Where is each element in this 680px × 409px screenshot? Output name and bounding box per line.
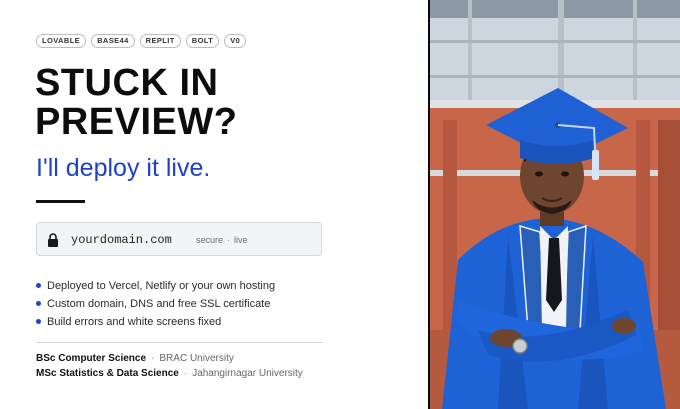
- accent-rule: [36, 200, 85, 203]
- domain-text: yourdomain.com: [71, 233, 172, 247]
- lock-icon: [48, 233, 58, 247]
- tag-replit: REPLIT: [139, 34, 181, 48]
- feature-text: Build errors and white screens fixed: [47, 316, 222, 328]
- section-divider: [36, 342, 323, 343]
- bullet-dot-icon: [36, 283, 41, 288]
- status-live: live: [234, 235, 248, 245]
- platform-tags: LOVABLE BASE44 REPLIT BOLT V0: [36, 34, 247, 48]
- separator-dot: ·: [183, 368, 188, 379]
- university-name: Jahangirnagar University: [192, 368, 303, 379]
- photo-border: [428, 0, 430, 409]
- status-separator: ·: [227, 235, 231, 245]
- tag-bolt: BOLT: [185, 34, 220, 48]
- hero-panel: LOVABLE BASE44 REPLIT BOLT V0 STUCK IN P…: [0, 0, 428, 409]
- list-item: Deployed to Vercel, Netlify or your own …: [36, 277, 275, 295]
- graduate-photo: [428, 0, 680, 409]
- status-secure: secure: [196, 235, 224, 245]
- bullet-dot-icon: [36, 301, 41, 306]
- tag-v0: V0: [224, 34, 247, 48]
- tag-lovable: LOVABLE: [36, 34, 87, 48]
- education-row: MSc Statistics & Data Science · Jahangirna…: [36, 366, 303, 381]
- university-name: BRAC University: [159, 353, 234, 364]
- degree-name: MSc Statistics & Data Science: [36, 368, 179, 379]
- degree-name: BSc Computer Science: [36, 353, 147, 364]
- tag-base44: BASE44: [91, 34, 135, 48]
- separator-dot: ·: [151, 353, 155, 364]
- list-item: Build errors and white screens fixed: [36, 313, 275, 331]
- feature-text: Deployed to Vercel, Netlify or your own …: [47, 280, 276, 292]
- graduate-portrait-illustration: [428, 0, 680, 409]
- bullet-dot-icon: [36, 319, 41, 324]
- feature-text: Custom domain, DNS and free SSL certific…: [47, 298, 271, 310]
- headline: STUCK IN PREVIEW?: [35, 62, 238, 143]
- education-row: BSc Computer Science · BRAC University: [36, 351, 303, 366]
- feature-list: Deployed to Vercel, Netlify or your own …: [36, 277, 275, 331]
- subheadline: I'll deploy it live.: [36, 154, 211, 182]
- list-item: Custom domain, DNS and free SSL certific…: [36, 295, 275, 313]
- domain-status: secure · live: [196, 235, 248, 245]
- education-list: BSc Computer Science · BRAC University MSc…: [36, 351, 303, 381]
- domain-bar: yourdomain.com secure · live: [36, 222, 322, 256]
